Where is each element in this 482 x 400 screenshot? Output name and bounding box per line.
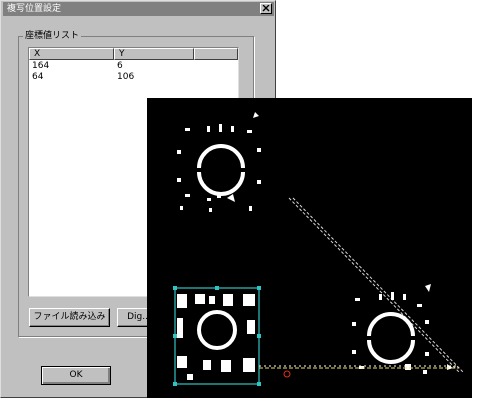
ok-button[interactable]: OK <box>41 366 111 385</box>
selected-shape <box>173 286 261 386</box>
cell-x: 64 <box>32 72 44 82</box>
close-x-icon <box>262 5 270 12</box>
list-row[interactable]: 64 106 <box>29 72 238 83</box>
image-preview[interactable] <box>147 98 472 398</box>
top-symbol <box>177 112 261 212</box>
dialog-title: 複写位置設定 <box>7 4 62 14</box>
drawing-canvas <box>173 112 464 386</box>
column-header-y[interactable]: Y <box>114 48 194 60</box>
cell-x: 164 <box>32 61 50 71</box>
cell-y: 106 <box>117 72 135 82</box>
list-header: X Y <box>29 48 238 60</box>
title-bar[interactable]: 複写位置設定 <box>3 2 274 16</box>
column-header-blank <box>194 48 238 60</box>
close-button[interactable] <box>260 3 272 14</box>
list-row[interactable]: 164 6 <box>29 61 238 72</box>
coordinate-list-label: 座標値リスト <box>23 30 82 42</box>
right-symbol <box>352 284 453 374</box>
load-file-button[interactable]: ファイル読み込み <box>29 308 110 327</box>
cell-y: 6 <box>117 61 123 71</box>
column-header-x[interactable]: X <box>29 48 114 60</box>
guide-lines <box>288 197 464 373</box>
horizontal-guide <box>259 365 459 378</box>
